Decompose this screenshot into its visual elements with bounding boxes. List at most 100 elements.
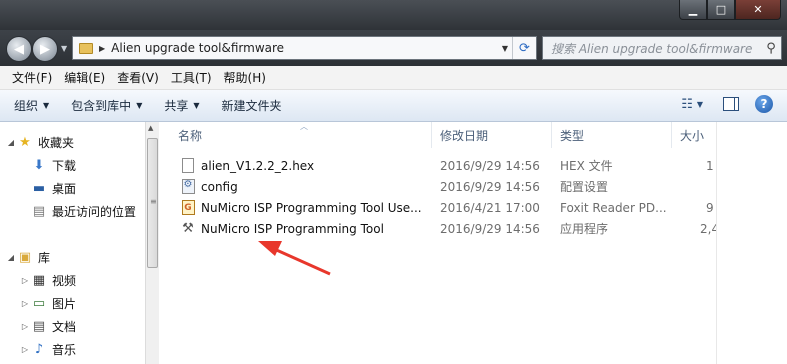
menu-help[interactable]: 帮助(H) (218, 69, 272, 86)
search-input[interactable]: 搜索 Alien upgrade tool&firmware (543, 40, 761, 57)
organize-label: 组织 (14, 99, 39, 113)
star-icon: ★ (19, 134, 31, 150)
tree-item-label: 音乐 (52, 342, 77, 357)
download-folder-icon: ⬇ (33, 157, 45, 173)
share-button[interactable]: 共享 ▼ (164, 97, 199, 114)
column-header-size[interactable]: 大小 (672, 122, 716, 148)
video-library-icon: ▦ (32, 272, 46, 288)
collapse-arrow-icon[interactable]: ▷ (20, 276, 30, 285)
chevron-down-icon: ▼ (43, 101, 50, 110)
file-row[interactable]: G NuMicro ISP Programming Tool Use... 20… (160, 197, 787, 218)
column-header-date[interactable]: 修改日期 (432, 122, 552, 148)
file-row[interactable]: ⚒ NuMicro ISP Programming Tool 2016/9/29… (160, 218, 787, 239)
organize-button[interactable]: 组织 ▼ (14, 97, 49, 114)
breadcrumb-separator-icon[interactable]: ▶ (99, 44, 105, 53)
tree-item-videos[interactable]: ▷ ▦ 视频 (20, 270, 76, 290)
new-folder-button[interactable]: 新建文件夹 (222, 97, 282, 114)
tree-item-desktop[interactable]: ▬ 桌面 (30, 178, 76, 198)
tree-favorites-label: 收藏夹 (38, 135, 75, 150)
file-type: Foxit Reader PD... (560, 200, 667, 215)
file-type: HEX 文件 (560, 159, 613, 173)
tree-item-documents[interactable]: ▷ ▤ 文档 (20, 316, 76, 336)
refresh-button[interactable]: ⟳ (512, 37, 536, 59)
tree-libraries[interactable]: ◢ ▣ 库 (6, 247, 50, 267)
file-name: NuMicro ISP Programming Tool (201, 221, 384, 236)
menu-tools[interactable]: 工具(T) (165, 69, 218, 86)
music-library-icon: ♪ (34, 341, 44, 357)
help-icon[interactable]: ? (755, 95, 773, 113)
file-date: 2016/4/21 17:00 (440, 200, 540, 215)
column-header-type[interactable]: 类型 (552, 122, 672, 148)
file-row[interactable]: config 2016/9/29 14:56 配置设置 (160, 176, 787, 197)
search-icon[interactable]: ⚲ (761, 41, 781, 56)
preview-pane-icon[interactable] (723, 97, 739, 111)
navigation-pane-scrollbar[interactable]: ▲ ≡ (145, 122, 159, 364)
tree-libraries-label: 库 (38, 250, 51, 265)
grip-icon: ≡ (150, 197, 157, 206)
include-in-library-button[interactable]: 包含到库中 ▼ (71, 97, 142, 114)
new-folder-label: 新建文件夹 (221, 99, 282, 113)
view-options-icon[interactable]: ☷ (681, 97, 693, 112)
library-icon: ▣ (18, 249, 32, 265)
file-size: 2,4 (700, 221, 717, 236)
column-divider (716, 122, 717, 364)
file-type: 应用程序 (560, 222, 609, 236)
minimize-button[interactable]: ▁ (679, 0, 707, 20)
forward-button[interactable]: ▶ (32, 36, 58, 62)
address-bar[interactable]: ▶ Alien upgrade tool&firmware ▼ ⟳ (72, 36, 537, 60)
forward-arrow-icon: ▶ (40, 41, 50, 57)
include-in-library-label: 包含到库中 (71, 99, 132, 113)
menu-view[interactable]: 查看(V) (111, 69, 165, 86)
navigation-bar: ◀ ▶ ▼ ▶ Alien upgrade tool&firmware ▼ ⟳ … (0, 30, 787, 66)
desktop-icon: ▬ (32, 180, 46, 196)
file-type: 配置设置 (560, 180, 609, 194)
application-icon: ⚒ (182, 221, 194, 236)
menu-bar: 文件(F) 编辑(E) 查看(V) 工具(T) 帮助(H) (0, 66, 787, 90)
expand-arrow-icon[interactable]: ◢ (6, 138, 16, 147)
expand-arrow-icon[interactable]: ◢ (6, 253, 16, 262)
recent-pages-dropdown[interactable]: ▼ (61, 44, 67, 53)
picture-library-icon: ▭ (32, 295, 46, 311)
file-name: NuMicro ISP Programming Tool Use... (201, 200, 422, 215)
tree-item-recent-places[interactable]: ▤ 最近访问的位置 (30, 201, 136, 221)
tree-item-downloads[interactable]: ⬇ 下载 (30, 155, 76, 175)
scroll-up-icon[interactable]: ▲ (148, 124, 153, 132)
caption-buttons: ▁ □ ✕ (679, 0, 781, 22)
menu-edit[interactable]: 编辑(E) (58, 69, 111, 86)
tree-item-music[interactable]: ▷ ♪ 音乐 (20, 339, 76, 359)
config-file-icon (180, 179, 196, 195)
file-date: 2016/9/29 14:56 (440, 179, 540, 194)
back-arrow-icon: ◀ (14, 41, 24, 57)
view-controls: ☷ ▼ ? (681, 95, 773, 113)
column-header-name[interactable]: 名称 (170, 122, 432, 148)
maximize-button[interactable]: □ (707, 0, 735, 20)
file-list: ︿ 名称 修改日期 类型 大小 alien_V1.2.2_2.hex 2016/… (160, 122, 787, 364)
file-name: alien_V1.2.2_2.hex (201, 158, 315, 173)
close-button[interactable]: ✕ (735, 0, 781, 20)
document-library-icon: ▤ (32, 318, 46, 334)
collapse-arrow-icon[interactable]: ▷ (20, 299, 30, 308)
collapse-arrow-icon[interactable]: ▷ (20, 345, 30, 354)
recent-places-icon: ▤ (32, 203, 46, 219)
breadcrumb-current[interactable]: Alien upgrade tool&firmware (111, 41, 284, 55)
tree-item-label: 下载 (52, 158, 77, 173)
tree-favorites[interactable]: ◢ ★ 收藏夹 (6, 132, 74, 152)
tree-item-label: 文档 (52, 319, 77, 334)
file-date: 2016/9/29 14:56 (440, 221, 540, 236)
view-dropdown-icon[interactable]: ▼ (697, 100, 703, 109)
collapse-arrow-icon[interactable]: ▷ (20, 322, 30, 331)
navigation-pane: ◢ ★ 收藏夹 ⬇ 下载 ▬ 桌面 ▤ 最近访问的位置 ◢ ▣ 库 ▷ ▦ 视频… (0, 122, 145, 364)
tree-item-pictures[interactable]: ▷ ▭ 图片 (20, 293, 76, 313)
back-button[interactable]: ◀ (6, 36, 32, 62)
tree-item-label: 图片 (52, 296, 77, 311)
share-label: 共享 (164, 99, 189, 113)
search-box[interactable]: 搜索 Alien upgrade tool&firmware ⚲ (542, 36, 782, 60)
scrollbar-thumb[interactable]: ≡ (147, 138, 158, 268)
file-row[interactable]: alien_V1.2.2_2.hex 2016/9/29 14:56 HEX 文… (160, 155, 787, 176)
menu-file[interactable]: 文件(F) (6, 69, 58, 86)
file-date: 2016/9/29 14:56 (440, 158, 540, 173)
address-dropdown-icon[interactable]: ▼ (498, 44, 512, 53)
title-bar: ▁ □ ✕ (0, 0, 787, 30)
chevron-down-icon: ▼ (193, 101, 200, 110)
command-bar: 组织 ▼ 包含到库中 ▼ 共享 ▼ 新建文件夹 ☷ ▼ ? (0, 90, 787, 122)
